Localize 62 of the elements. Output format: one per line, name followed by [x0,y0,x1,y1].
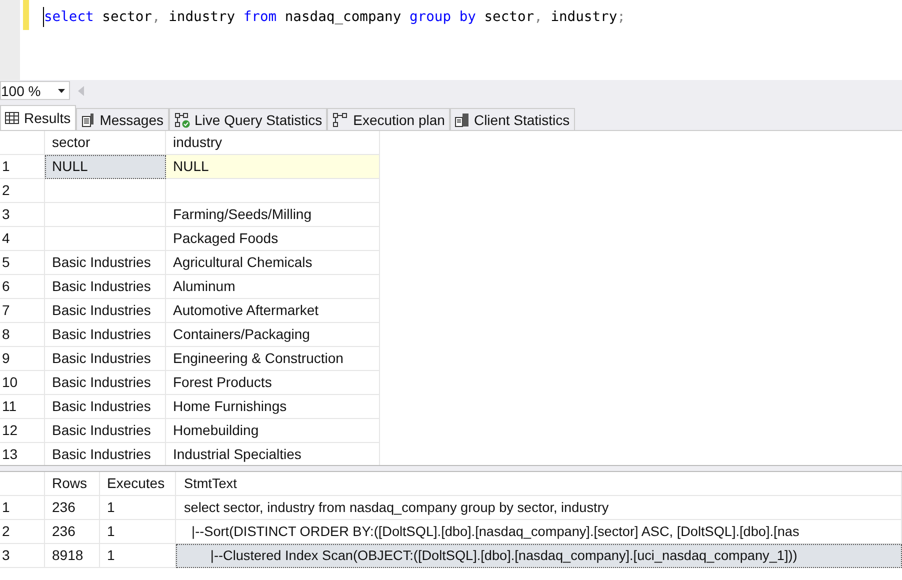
table-cell: Forest Products [166,371,380,395]
row-number[interactable]: 12 [0,419,45,443]
table-cell: Basic Industries [45,419,166,443]
row-number[interactable]: 2 [0,179,45,203]
table-cell: Packaged Foods [166,227,380,251]
pane-splitter[interactable] [0,465,902,472]
row-number[interactable]: 11 [0,395,45,419]
table-cell: Basic Industries [45,251,166,275]
row-number[interactable]: 1 [0,496,45,520]
change-marker [23,0,29,30]
table-cell: 236 [45,496,100,520]
result-tab[interactable]: Results [0,105,76,130]
row-number[interactable]: 3 [0,203,45,227]
column-header[interactable]: sector [45,131,166,155]
row-number[interactable]: 2 [0,520,45,544]
column-header[interactable]: Executes [100,472,176,496]
table-cell: Farming/Seeds/Milling [166,203,380,227]
table-cell: Basic Industries [45,395,166,419]
result-tab[interactable]: Execution plan [327,108,450,130]
row-number[interactable]: 3 [0,544,45,568]
table-cell: 1 [100,520,176,544]
table-cell: Basic Industries [45,275,166,299]
table-cell: Home Furnishings [166,395,380,419]
table-cell: Agricultural Chemicals [166,251,380,275]
plan-icon [332,112,348,128]
live-plan-icon [174,112,190,128]
table-cell: Engineering & Construction [166,347,380,371]
table-cell: Basic Industries [45,347,166,371]
table-cell: Automotive Aftermarket [166,299,380,323]
zoom-dropdown[interactable]: 100 % [0,81,70,100]
row-number[interactable]: 9 [0,347,45,371]
row-number[interactable]: 6 [0,275,45,299]
table-cell: 8918 [45,544,100,568]
grid-icon [5,112,19,124]
sql-query[interactable]: select sector, industry from nasdaq_company group by sector, industry; [43,7,626,27]
caret-icon [58,88,65,92]
table-cell: Containers/Packaging [166,323,380,347]
result-tab[interactable]: Client Statistics [450,108,575,130]
column-header[interactable]: StmtText [176,472,902,496]
table-cell: Basic Industries [45,371,166,395]
table-cell: Basic Industries [45,299,166,323]
document-icon [80,112,95,126]
row-number[interactable]: 10 [0,371,45,395]
result-tab[interactable]: Messages [76,108,168,130]
row-number[interactable]: 4 [0,227,45,251]
scroll-left-icon[interactable] [78,86,84,96]
table-cell: 1 [100,496,176,520]
row-number[interactable]: 8 [0,323,45,347]
column-header[interactable]: industry [166,131,380,155]
table-cell: NULL [166,155,380,179]
table-cell: select sector, industry from nasdaq_company group by sector, industry [176,496,902,520]
table-cell: |--Clustered Index Scan(OBJECT:([DoltSQL].[dbo].[nasdaq_company].[uci_nasdaq_company_1])) [176,544,902,568]
table-cell: Aluminum [166,275,380,299]
table-cell: 236 [45,520,100,544]
table-cell: NULL [45,155,166,179]
table-cell: Homebuilding [166,419,380,443]
column-header[interactable]: Rows [45,472,100,496]
result-tab[interactable]: Live Query Statistics [168,108,328,130]
row-number[interactable]: 5 [0,251,45,275]
table-cell: Basic Industries [45,323,166,347]
computer-icon [454,112,469,126]
row-number[interactable]: 7 [0,299,45,323]
